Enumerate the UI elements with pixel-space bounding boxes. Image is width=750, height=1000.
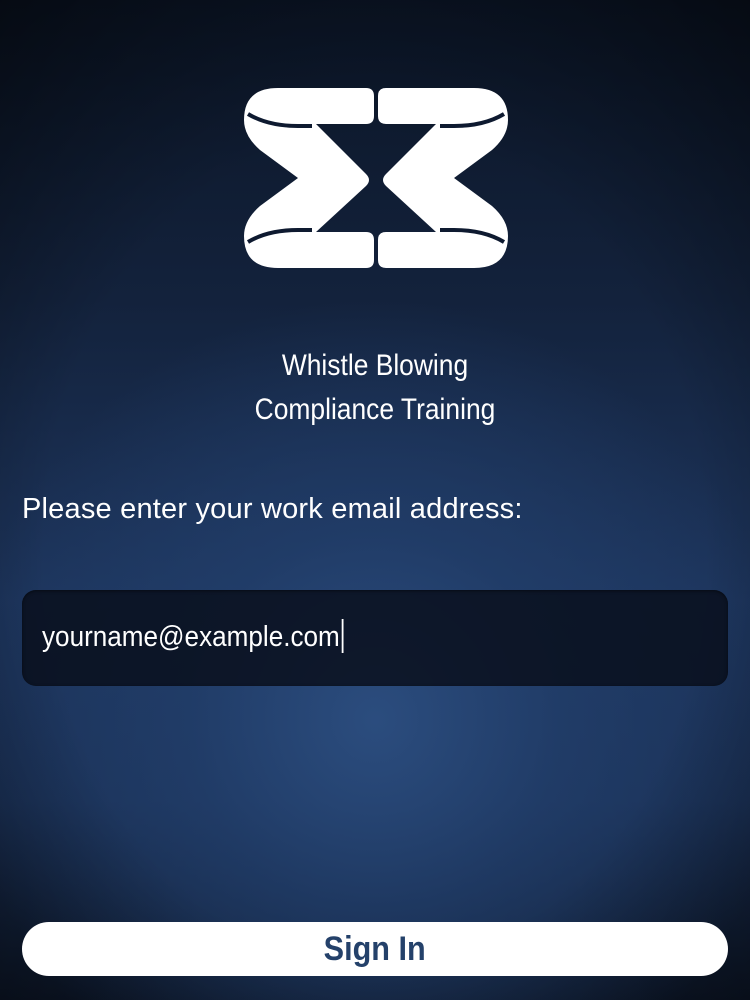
app-title-line-1: Whistle Blowing (281, 349, 469, 382)
sign-in-button[interactable]: Sign In (22, 922, 728, 976)
login-screen: Whistle Blowing Compliance Training Plea… (0, 0, 750, 1000)
email-field[interactable]: yourname@example.com (22, 590, 728, 686)
email-field-value: yourname@example.com (42, 621, 340, 653)
email-prompt-label: Please enter your work email address: (22, 493, 523, 525)
text-caret (341, 619, 344, 653)
sign-in-button-label: Sign In (323, 929, 426, 968)
company-logo-icon (244, 88, 508, 268)
app-title: Whistle Blowing Compliance Training (45, 344, 705, 432)
app-title-line-2: Compliance Training (254, 393, 496, 426)
